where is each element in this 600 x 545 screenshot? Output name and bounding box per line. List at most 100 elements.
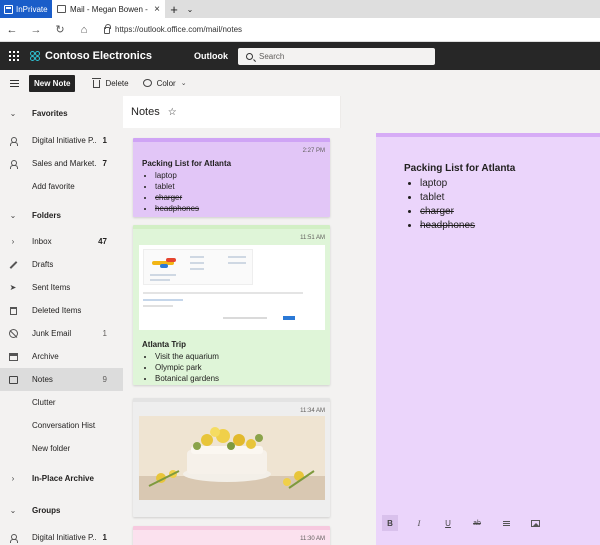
bullet-list-icon xyxy=(502,520,510,526)
section-label: Groups xyxy=(32,506,61,515)
group-item-digital-initiative[interactable]: Digital Initiative P... 1 xyxy=(0,526,123,545)
note-timestamp: 11:34 AM xyxy=(300,408,325,414)
add-favorite-link[interactable]: Add favorite xyxy=(0,175,123,198)
lock-icon xyxy=(104,24,111,34)
note-editor[interactable]: Packing List for Atlanta laptop tablet c… xyxy=(376,133,600,545)
notes-scroll-area[interactable]: 2:27 PM Packing List for Atlanta laptop … xyxy=(123,128,341,545)
nav-item-label: Sent Items xyxy=(32,283,71,292)
tab-list-dropdown-icon[interactable]: ⌄ xyxy=(183,0,197,18)
app-name[interactable]: Outlook xyxy=(194,51,234,61)
group-icon xyxy=(8,533,18,543)
favorite-item-digital-initiative[interactable]: Digital Initiative P... 1 xyxy=(0,129,123,152)
notes-list-pane: Notes ☆ 2:27 PM Packing List for Atlanta… xyxy=(123,96,341,545)
block-icon xyxy=(8,329,18,339)
folder-conversation-history[interactable]: Conversation Hist... xyxy=(0,414,123,437)
note-card[interactable]: 11:34 AM xyxy=(133,398,330,517)
star-icon[interactable]: ☆ xyxy=(168,107,177,118)
folder-deleted-items[interactable]: Deleted Items xyxy=(0,299,123,322)
hamburger-menu-icon[interactable] xyxy=(0,79,28,87)
favorites-section-header[interactable]: ⌄ Favorites xyxy=(0,102,123,125)
section-label: In-Place Archive -... xyxy=(32,474,96,483)
browser-tab[interactable]: Mail - Megan Bowen - O × xyxy=(52,0,165,18)
folder-archive[interactable]: Archive xyxy=(0,345,123,368)
note-timestamp: 2:27 PM xyxy=(302,148,325,154)
chevron-down-icon: ⌄ xyxy=(9,506,17,515)
image-icon xyxy=(530,519,540,527)
note-list-item: Olympic park xyxy=(155,362,219,373)
url-field[interactable]: https://outlook.office.com/mail/notes xyxy=(104,21,600,39)
unread-count: 1 xyxy=(102,136,107,145)
chevron-right-icon[interactable]: › xyxy=(8,474,18,484)
note-timestamp: 11:30 AM xyxy=(300,536,325,542)
note-list-item: tablet xyxy=(155,181,199,192)
underline-button[interactable]: U xyxy=(440,515,456,531)
nav-item-label: Conversation Hist... xyxy=(32,421,96,430)
group-icon xyxy=(8,136,18,146)
note-editor-title[interactable]: Packing List for Atlanta xyxy=(404,163,515,174)
search-input[interactable]: Search xyxy=(238,47,435,65)
new-tab-button[interactable]: + xyxy=(165,0,183,18)
note-editor-list-item[interactable]: headphones xyxy=(420,219,475,233)
unread-count: 9 xyxy=(102,375,107,384)
search-icon xyxy=(246,52,253,60)
back-arrow-icon[interactable]: ← xyxy=(0,18,24,42)
home-icon[interactable]: ⌂ xyxy=(72,18,96,42)
folder-drafts[interactable]: Drafts xyxy=(0,253,123,276)
groups-section-header[interactable]: ⌄ Groups xyxy=(0,499,123,522)
browser-tab-bar: InPrivate Mail - Megan Bowen - O × + ⌄ xyxy=(0,0,600,18)
insert-image-button[interactable] xyxy=(527,515,543,531)
close-tab-icon[interactable]: × xyxy=(154,4,160,15)
browser-address-bar: ← → ↻ ⌂ https://outlook.office.com/mail/… xyxy=(0,18,600,42)
unread-count: 7 xyxy=(102,159,107,168)
nav-item-label: New folder xyxy=(32,444,71,453)
nav-item-label: Drafts xyxy=(32,260,54,269)
new-folder-link[interactable]: New folder xyxy=(0,437,123,460)
suite-header: Contoso Electronics Outlook Search xyxy=(0,42,600,70)
url-text: https://outlook.office.com/mail/notes xyxy=(115,25,243,34)
folders-section-header[interactable]: ⌄ Folders xyxy=(0,204,123,227)
chevron-down-icon: ⌄ xyxy=(9,109,17,118)
folder-inbox[interactable]: › Inbox 47 xyxy=(0,230,123,253)
delete-button[interactable]: Delete xyxy=(92,78,129,88)
bold-button[interactable]: B xyxy=(382,515,398,531)
inplace-archive-section[interactable]: › In-Place Archive -... xyxy=(0,467,123,490)
brand[interactable]: Contoso Electronics xyxy=(30,50,170,62)
folder-notes[interactable]: Notes 9 xyxy=(0,368,123,391)
chevron-right-icon[interactable]: › xyxy=(8,237,18,247)
note-card[interactable]: 2:27 PM Packing List for Atlanta laptop … xyxy=(133,138,330,217)
mail-favicon-icon xyxy=(57,5,66,13)
folder-junk-email[interactable]: Junk Email 1 xyxy=(0,322,123,345)
italic-button[interactable]: I xyxy=(411,515,427,531)
cake-photo-image xyxy=(139,416,325,500)
note-title: Packing List for Atlanta xyxy=(142,159,232,168)
app-launcher-icon[interactable] xyxy=(0,42,28,70)
browser-tab-title: Mail - Megan Bowen - O xyxy=(70,4,151,14)
strikethrough-button[interactable]: ab xyxy=(469,515,485,531)
note-icon xyxy=(8,375,18,385)
note-editor-list-item[interactable]: charger xyxy=(420,205,475,219)
refresh-icon[interactable]: ↻ xyxy=(48,18,72,42)
color-button[interactable]: Color ⌄ xyxy=(142,79,187,88)
inprivate-indicator[interactable]: InPrivate xyxy=(0,0,52,18)
note-editor-list-item[interactable]: laptop xyxy=(420,177,475,191)
note-editor-list-item[interactable]: tablet xyxy=(420,191,475,205)
note-editor-list[interactable]: laptop tablet charger headphones xyxy=(420,177,475,233)
nav-item-label: Deleted Items xyxy=(32,306,82,315)
nav-item-label: Digital Initiative P... xyxy=(32,533,96,542)
trash-icon xyxy=(8,306,18,316)
folder-clutter[interactable]: Clutter xyxy=(0,391,123,414)
format-toolbar: B I U ab xyxy=(382,515,543,531)
chevron-down-icon: ⌄ xyxy=(180,80,187,87)
search-placeholder: Search xyxy=(259,51,285,61)
send-icon: ➤ xyxy=(9,283,17,292)
section-label: Folders xyxy=(32,211,61,220)
page-title: Notes xyxy=(131,106,160,118)
folder-sent-items[interactable]: ➤ Sent Items xyxy=(0,276,123,299)
favorite-item-sales-marketing[interactable]: Sales and Market... 7 xyxy=(0,152,123,175)
inprivate-label: InPrivate xyxy=(16,4,48,14)
forward-arrow-icon[interactable]: → xyxy=(24,18,48,42)
note-card[interactable]: 11:30 AM xyxy=(133,526,330,545)
new-note-button[interactable]: New Note xyxy=(29,74,76,92)
note-card[interactable]: 11:51 AM Atlanta Trip • Visit the aquari… xyxy=(133,225,330,385)
bullet-list-button[interactable] xyxy=(498,515,514,531)
